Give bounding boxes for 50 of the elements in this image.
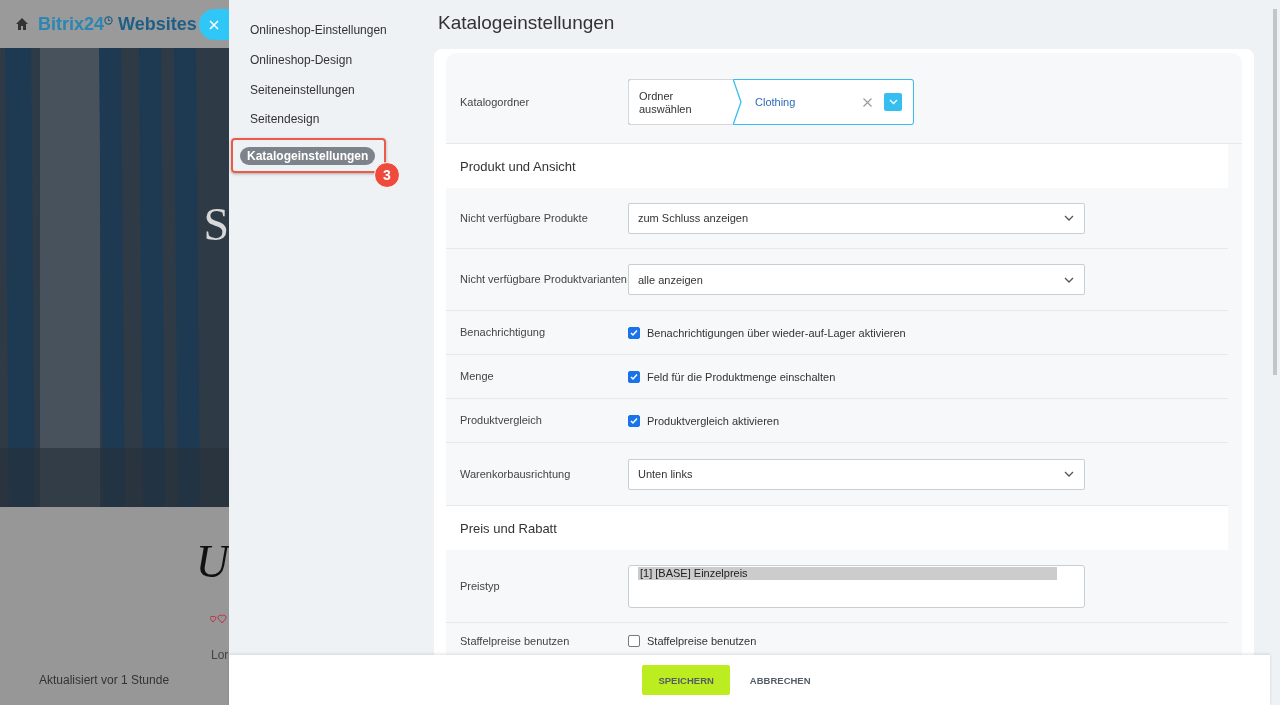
chevron-divider-icon xyxy=(733,79,743,125)
dropdown-field[interactable]: zum Schluss anzeigen xyxy=(628,202,1085,234)
nav-item[interactable]: Seiteneinstellungen xyxy=(250,78,434,105)
page-heading: S xyxy=(203,198,229,251)
checkbox[interactable] xyxy=(628,370,640,383)
step-badge: 3 xyxy=(374,162,400,189)
body-text: Lor xyxy=(211,648,229,662)
checkbox-label: Feld für die Produktmenge einschalten xyxy=(647,370,836,383)
field-label: Staffelpreise benutzen xyxy=(460,635,571,648)
checkbox-label: Produktvergleich aktivieren xyxy=(647,414,780,427)
nav-item[interactable]: Onlineshop-Einstellungen xyxy=(250,19,434,45)
section-header: Preis und Rabatt xyxy=(446,506,1228,550)
home-icon[interactable] xyxy=(16,18,28,30)
folder-value: Clothing xyxy=(754,96,797,108)
field-label: Nicht verfügbare Produktvarianten xyxy=(460,273,628,286)
field-label: Nicht verfügbare Produkte xyxy=(460,211,589,225)
chevron-down-icon xyxy=(1064,276,1074,283)
list-option[interactable]: [1] [BASE] Einzelpreis xyxy=(638,566,1057,580)
checkbox[interactable] xyxy=(628,414,640,427)
cancel-button[interactable]: ABBRECHEN xyxy=(743,673,817,687)
checkbox[interactable] xyxy=(628,326,640,339)
field-label: Katalogordner xyxy=(460,95,531,109)
scrollbar[interactable] xyxy=(1273,9,1277,375)
chevron-down-icon xyxy=(1064,471,1074,477)
list-box[interactable]: [1] [BASE] Einzelpreis xyxy=(628,564,1085,608)
field-label: Benachrichtigung xyxy=(460,326,546,339)
page-heading: U xyxy=(195,535,229,588)
dropdown-field[interactable]: alle anzeigen xyxy=(628,264,1085,295)
field-label: Preistyp xyxy=(460,579,501,593)
nav-item[interactable]: Katalogeinstellungen xyxy=(240,146,376,165)
clock-icon xyxy=(104,15,114,25)
field-label: Warenkorbausrichtung xyxy=(460,467,572,481)
close-icon xyxy=(209,19,219,30)
field-label: Produktvergleich xyxy=(460,414,543,427)
chevron-down-icon xyxy=(888,99,898,105)
close-icon[interactable] xyxy=(863,97,872,107)
save-button[interactable]: SPEICHERN xyxy=(642,665,730,695)
folder-picker[interactable]: Ordner auswählen Clothing xyxy=(628,79,914,125)
page-title: Katalogeinstellungen xyxy=(438,12,616,34)
checkbox-label: Staffelpreise benutzen xyxy=(647,635,757,647)
checkbox-label: Benachrichtigungen über wieder-auf-Lager aktivieren xyxy=(647,326,906,339)
heart-icon xyxy=(210,614,228,624)
updated-text: Aktualisiert vor 1 Stunde xyxy=(39,673,170,687)
section-header: Produkt und Ansicht xyxy=(446,144,1228,188)
dropdown-field[interactable]: Unten links xyxy=(628,458,1085,490)
field-label: Menge xyxy=(460,370,495,383)
nav-item[interactable]: Seitendesign xyxy=(250,108,434,135)
chevron-down-icon xyxy=(1064,215,1074,221)
nav-item[interactable]: Onlineshop-Design xyxy=(250,48,434,75)
checkbox[interactable] xyxy=(628,635,640,647)
